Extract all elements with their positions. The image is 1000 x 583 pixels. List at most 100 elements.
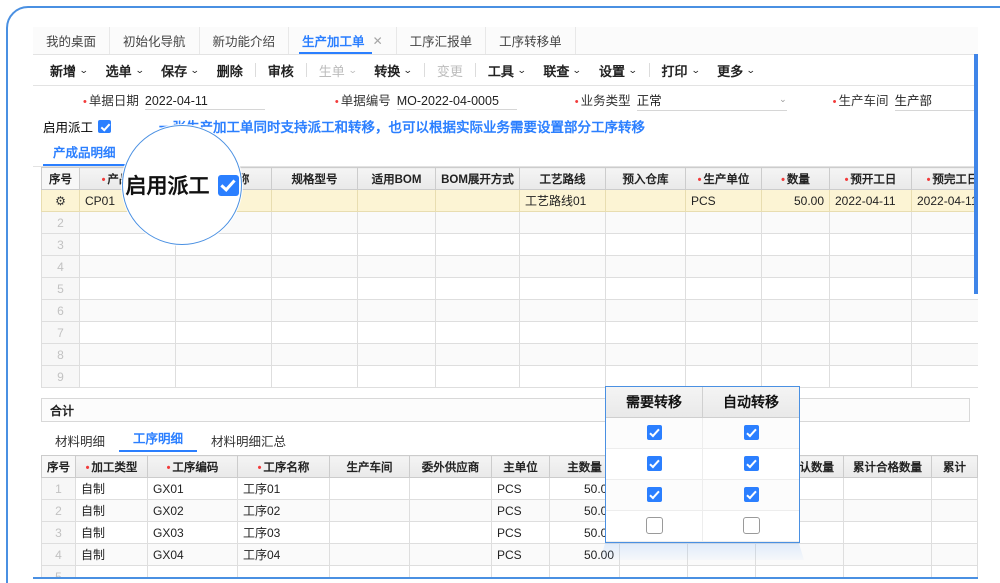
product-cell[interactable] [271,321,358,344]
process-cell[interactable] [409,543,492,566]
product-cell[interactable] [829,299,912,322]
process-cell[interactable]: 工序03 [237,521,330,544]
form-field-1[interactable]: • 单据编号 MO-2022-04-0005 [335,90,517,110]
product-cell[interactable] [79,299,176,322]
auto-transfer-checkbox[interactable] [743,425,759,441]
product-cell[interactable] [605,211,686,234]
process-cell[interactable]: 工序01 [237,477,330,500]
process-cell[interactable]: GX02 [147,499,238,522]
process-col-header-0[interactable]: 序号 [41,455,76,478]
product-cell[interactable] [175,365,272,388]
auto-transfer-checkbox-cell[interactable] [702,510,799,542]
toolbar-button-4[interactable]: 审核 [259,55,303,85]
toolbar-button-3[interactable]: 删除 [208,55,252,85]
process-cell[interactable] [755,543,844,566]
process-cell[interactable] [329,521,410,544]
process-row[interactable]: 1 自制 GX01 工序01 PCS 50.00 [41,477,978,500]
product-cell[interactable]: 2022-04-11 [911,189,978,212]
product-cell[interactable] [79,255,176,278]
product-cell[interactable] [357,321,436,344]
process-cell[interactable]: 自制 [75,499,148,522]
product-cell[interactable] [685,299,762,322]
product-cell[interactable] [519,233,606,256]
product-cell[interactable]: 工艺路线01 [519,189,606,212]
product-cell[interactable] [435,321,520,344]
process-col-header-3[interactable]: • 工序名称 [237,455,330,478]
process-cell[interactable] [329,499,410,522]
product-cell[interactable] [761,233,830,256]
detail-sub-tab-1[interactable]: 工序明细 [119,428,198,452]
product-cell[interactable] [685,233,762,256]
product-cell[interactable] [605,255,686,278]
product-cell[interactable] [519,343,606,366]
process-row[interactable]: 3 自制 GX03 工序03 PCS 50.00 [41,521,978,544]
product-row-index[interactable]: 3 [41,233,80,256]
product-cell[interactable] [911,255,978,278]
need-transfer-checkbox[interactable] [646,456,662,472]
product-cell[interactable] [761,277,830,300]
toolbar-button-6[interactable]: 转换 ⌄ [365,55,421,85]
process-cell[interactable] [843,521,932,544]
process-cell[interactable]: PCS [491,499,550,522]
product-cell[interactable] [911,365,978,388]
product-cell[interactable] [271,255,358,278]
process-col-header-2[interactable]: • 工序编码 [147,455,238,478]
process-cell[interactable]: 自制 [75,521,148,544]
product-cell[interactable] [829,277,912,300]
process-row[interactable]: 4 自制 GX04 工序04 PCS 50.00 [41,543,978,566]
product-cell[interactable] [519,277,606,300]
process-row-index[interactable]: 4 [41,543,76,566]
need-transfer-checkbox-cell[interactable] [606,510,703,542]
need-transfer-checkbox[interactable] [646,487,662,503]
form-field-2[interactable]: • 业务类型 正常 ⌄ [575,90,787,111]
process-cell[interactable]: PCS [491,521,550,544]
product-col-header-4[interactable]: 适用BOM [357,167,436,190]
product-cell[interactable] [761,343,830,366]
product-cell[interactable] [685,343,762,366]
product-cell[interactable] [911,211,978,234]
product-row-index[interactable]: ⚙ [41,189,80,212]
process-cell[interactable]: GX01 [147,477,238,500]
process-col-header-4[interactable]: 生产车间 [329,455,410,478]
product-cell[interactable] [435,365,520,388]
product-cell[interactable]: 50.00 [761,189,830,212]
detail-sub-tab-2[interactable]: 材料明细汇总 [197,431,300,450]
auto-transfer-checkbox[interactable] [742,517,760,535]
product-cell[interactable] [271,299,358,322]
process-row-index[interactable]: 2 [41,499,76,522]
toolbar-button-12[interactable]: 更多 ⌄ [708,55,764,85]
product-cell[interactable] [175,299,272,322]
process-cell[interactable] [843,499,932,522]
window-tab-2[interactable]: 新功能介绍 [200,27,290,54]
process-col-header-1[interactable]: • 加工类型 [75,455,148,478]
detail-sub-tab-0[interactable]: 材料明细 [41,431,119,450]
product-row-index[interactable]: 8 [41,343,80,366]
product-row[interactable]: 6 [41,299,978,322]
product-cell[interactable] [435,343,520,366]
product-cell[interactable] [685,365,762,388]
product-cell[interactable] [271,277,358,300]
form-field-0[interactable]: • 单据日期 2022-04-11 [83,90,265,110]
product-cell[interactable] [605,233,686,256]
product-cell[interactable] [605,299,686,322]
need-transfer-checkbox[interactable] [645,517,663,535]
product-cell[interactable] [435,211,520,234]
process-cell[interactable] [329,477,410,500]
product-cell[interactable] [357,233,436,256]
product-cell[interactable] [271,211,358,234]
product-row-index[interactable]: 7 [41,321,80,344]
need-transfer-checkbox-cell[interactable] [606,479,703,511]
process-cell[interactable] [931,477,978,500]
product-cell[interactable] [829,233,912,256]
enable-dispatch-checkbox[interactable] [98,119,112,133]
product-cell[interactable] [829,321,912,344]
auto-transfer-checkbox-cell[interactable] [702,417,799,449]
toolbar-button-10[interactable]: 设置 ⌄ [590,55,646,85]
product-cell[interactable] [519,255,606,278]
product-col-header-10[interactable]: • 预开工日 [829,167,912,190]
window-tab-0[interactable]: 我的桌面 [33,27,111,54]
product-cell[interactable] [685,321,762,344]
product-cell[interactable] [761,321,830,344]
product-col-header-5[interactable]: BOM展开方式 [435,167,520,190]
product-cell[interactable] [357,343,436,366]
